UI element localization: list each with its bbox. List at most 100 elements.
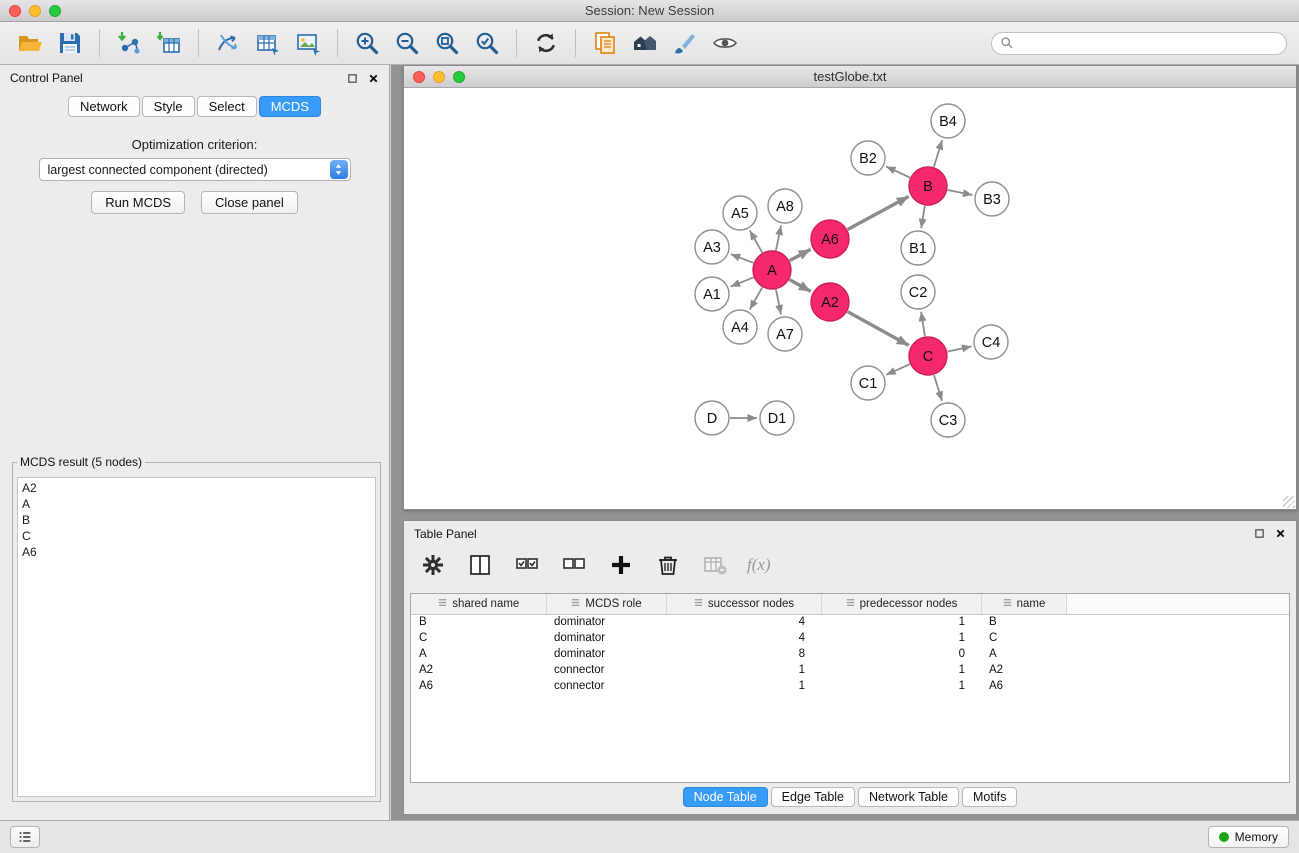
documents-icon[interactable] (590, 28, 620, 58)
edge-A2-C[interactable] (848, 312, 909, 346)
table-cell[interactable]: A6 (981, 678, 1066, 694)
zoom-selected-icon[interactable] (472, 28, 502, 58)
edge-C-C1[interactable] (886, 364, 910, 375)
column-header-predecessor-nodes[interactable]: predecessor nodes (821, 594, 981, 614)
table-cell[interactable]: 1 (666, 678, 821, 694)
edge-B-B4[interactable] (934, 140, 942, 167)
import-table-icon[interactable] (154, 28, 184, 58)
edge-A-A3[interactable] (731, 254, 754, 263)
edge-A-A6[interactable] (790, 249, 811, 260)
table-cell[interactable]: 1 (821, 662, 981, 678)
edge-C-C3[interactable] (934, 375, 942, 401)
table-cell[interactable]: A2 (411, 662, 546, 678)
home-icon[interactable] (630, 28, 660, 58)
fx-icon[interactable]: f(x) (747, 555, 771, 575)
table-cell[interactable]: 4 (666, 630, 821, 646)
table-cell[interactable]: A (981, 646, 1066, 662)
tab-network[interactable]: Network (68, 96, 140, 117)
tab-motifs[interactable]: Motifs (962, 787, 1017, 807)
search-box[interactable] (991, 32, 1287, 55)
tab-style[interactable]: Style (142, 96, 195, 117)
panel-menu-button[interactable] (10, 826, 40, 848)
close-panel-button[interactable]: Close panel (201, 191, 298, 214)
table-cell[interactable]: 4 (666, 614, 821, 630)
column-header-mcds-role[interactable]: MCDS role (546, 594, 666, 614)
tab-edge-table[interactable]: Edge Table (771, 787, 855, 807)
run-mcds-button[interactable]: Run MCDS (91, 191, 185, 214)
table-row[interactable]: Bdominator41B (411, 614, 1289, 630)
window-titlebar[interactable]: Session: New Session (0, 0, 1299, 22)
zoom-out-icon[interactable] (392, 28, 422, 58)
edge-A-A7[interactable] (776, 290, 781, 315)
table-cell[interactable]: connector (546, 662, 666, 678)
table-cell[interactable]: B (981, 614, 1066, 630)
edge-B-B3[interactable] (948, 190, 973, 195)
add-row-icon[interactable] (606, 550, 636, 580)
column-header-shared-name[interactable]: shared name (411, 594, 546, 614)
mcds-result-item[interactable]: A (22, 496, 371, 512)
table-cell[interactable]: C (981, 630, 1066, 646)
edge-B-B2[interactable] (886, 166, 910, 177)
edge-C-C2[interactable] (921, 312, 925, 336)
new-table-icon[interactable] (253, 28, 283, 58)
edge-A-A8[interactable] (776, 226, 781, 251)
edge-A-A1[interactable] (731, 277, 754, 286)
select-all-icon[interactable] (512, 550, 542, 580)
refresh-icon[interactable] (531, 28, 561, 58)
edge-A-A4[interactable] (750, 287, 762, 309)
resize-grip[interactable] (1283, 496, 1295, 508)
table-cell[interactable]: 1 (821, 614, 981, 630)
export-image-icon[interactable] (293, 28, 323, 58)
mcds-result-item[interactable]: C (22, 528, 371, 544)
edge-A-A5[interactable] (750, 230, 762, 252)
network-window-titlebar[interactable]: testGlobe.txt (404, 66, 1296, 88)
tab-mcds[interactable]: MCDS (259, 96, 321, 117)
deselect-all-icon[interactable] (559, 550, 589, 580)
table-cell[interactable]: dominator (546, 614, 666, 630)
mcds-result-item[interactable]: A6 (22, 544, 371, 560)
network-canvas[interactable]: B4B2BB3A5A8A6A3B1AC2A1A2A4A7C4CC1C3DD1 (404, 88, 1296, 509)
import-network-icon[interactable] (114, 28, 144, 58)
edge-A6-B[interactable] (848, 196, 909, 229)
float-panel-icon[interactable] (347, 73, 358, 84)
table-cell[interactable]: connector (546, 678, 666, 694)
table-row[interactable]: A6connector11A6 (411, 678, 1289, 694)
tab-select[interactable]: Select (197, 96, 257, 117)
gear-icon[interactable] (418, 550, 448, 580)
save-icon[interactable] (55, 28, 85, 58)
table-cell[interactable]: 0 (821, 646, 981, 662)
search-input[interactable] (1019, 36, 1278, 50)
table-cell[interactable]: 1 (821, 630, 981, 646)
table-cell[interactable]: 1 (666, 662, 821, 678)
memory-button[interactable]: Memory (1208, 826, 1289, 848)
table-cell[interactable]: B (411, 614, 546, 630)
table-row[interactable]: Cdominator41C (411, 630, 1289, 646)
tab-node-table[interactable]: Node Table (683, 787, 768, 807)
table-cell[interactable]: A (411, 646, 546, 662)
mcds-result-list[interactable]: A2ABCA6 (17, 477, 376, 797)
edge-A-A2[interactable] (790, 280, 811, 292)
edge-C-C4[interactable] (948, 346, 972, 351)
table-row[interactable]: A2connector11A2 (411, 662, 1289, 678)
column-header-name[interactable]: name (981, 594, 1066, 614)
criterion-dropdown[interactable]: largest connected component (directed) (39, 158, 351, 181)
delete-row-icon[interactable] (653, 550, 683, 580)
table-cell[interactable]: A6 (411, 678, 546, 694)
table-cell[interactable]: 1 (821, 678, 981, 694)
table-cell[interactable]: C (411, 630, 546, 646)
close-table-panel-icon[interactable] (1275, 528, 1286, 539)
edge-B-B1[interactable] (921, 206, 925, 229)
table-row[interactable]: Adominator80A (411, 646, 1289, 662)
column-header-successor-nodes[interactable]: successor nodes (666, 594, 821, 614)
delete-table-icon[interactable] (700, 550, 730, 580)
table-cell[interactable]: A2 (981, 662, 1066, 678)
tab-network-table[interactable]: Network Table (858, 787, 959, 807)
table-cell[interactable]: dominator (546, 630, 666, 646)
table-cell[interactable]: dominator (546, 646, 666, 662)
column-chooser-icon[interactable] (465, 550, 495, 580)
mcds-result-item[interactable]: B (22, 512, 371, 528)
open-folder-icon[interactable] (15, 28, 45, 58)
zoom-fit-icon[interactable] (432, 28, 462, 58)
eye-icon[interactable] (710, 28, 740, 58)
mcds-result-item[interactable]: A2 (22, 480, 371, 496)
